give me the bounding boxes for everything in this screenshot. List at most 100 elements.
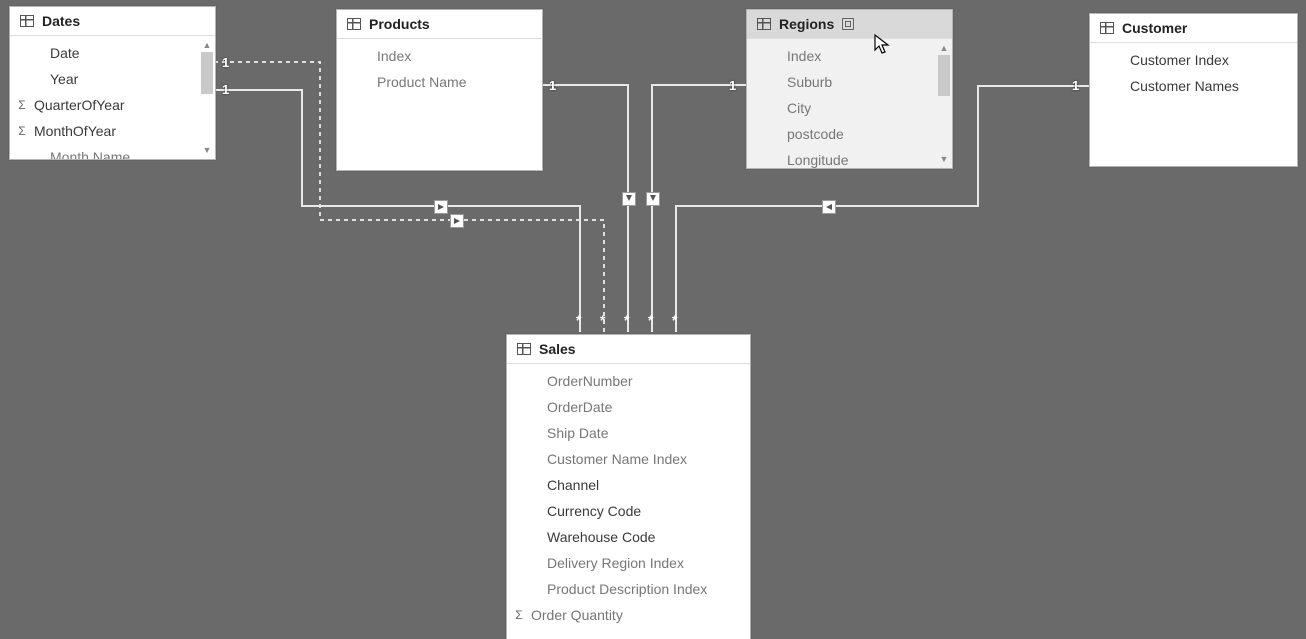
table-icon: [20, 15, 34, 27]
field-list: Index Suburb City postcode Longitude: [747, 39, 952, 168]
field-row[interactable]: ΣQuarterOfYear: [10, 92, 215, 118]
field-row[interactable]: Index: [337, 43, 542, 69]
field-name: Customer Index: [1110, 52, 1229, 68]
scroll-down[interactable]: ▼: [200, 143, 214, 157]
table-title: Dates: [42, 13, 80, 29]
field-name: Month Name: [30, 149, 130, 159]
field-name: Product Name: [357, 74, 466, 90]
field-name: Date: [30, 45, 80, 61]
table-sales[interactable]: Sales OrderNumber OrderDate Ship Date Custo…: [506, 334, 751, 639]
filter-direction-marker[interactable]: [822, 200, 836, 214]
field-row[interactable]: ΣOrder Quantity: [507, 602, 750, 628]
table-title: Regions: [779, 16, 834, 32]
field-row[interactable]: Channel: [507, 472, 750, 498]
scroll-up[interactable]: ▲: [937, 41, 951, 55]
cardinality-many: *: [624, 312, 629, 328]
field-row[interactable]: Index: [747, 43, 952, 69]
field-row[interactable]: Delivery Region Index: [507, 550, 750, 576]
field-name: Warehouse Code: [527, 529, 655, 545]
field-name: Customer Name Index: [527, 451, 687, 467]
field-row[interactable]: Longitude: [747, 147, 952, 168]
sigma-icon: Σ: [14, 98, 30, 112]
field-row[interactable]: Currency Code: [507, 498, 750, 524]
field-row[interactable]: Customer Name Index: [507, 446, 750, 472]
field-name: Index: [767, 48, 821, 64]
field-name: Longitude: [767, 152, 849, 168]
table-title: Sales: [539, 341, 576, 357]
scroll-thumb[interactable]: [201, 52, 213, 94]
field-row[interactable]: Warehouse Code: [507, 524, 750, 550]
scroll-down[interactable]: ▼: [937, 152, 951, 166]
field-row[interactable]: Product Description Index: [507, 576, 750, 602]
field-name: City: [767, 100, 811, 116]
table-icon: [757, 18, 771, 30]
field-name: Product Description Index: [527, 581, 707, 597]
field-row[interactable]: OrderNumber: [507, 368, 750, 394]
table-regions[interactable]: Regions Index Suburb City postcode Longitude…: [746, 9, 953, 169]
cardinality-many: *: [600, 312, 605, 328]
field-row[interactable]: Ship Date: [507, 420, 750, 446]
dimension-role-icon: [842, 18, 854, 30]
field-name: OrderNumber: [527, 373, 633, 389]
field-list: Customer Index Customer Names: [1090, 43, 1297, 105]
field-row[interactable]: Date: [10, 40, 215, 66]
field-name: Currency Code: [527, 503, 641, 519]
cardinality-one: 1: [1072, 78, 1079, 93]
field-name: Order Quantity: [527, 607, 623, 623]
table-dates[interactable]: Dates DateYearΣQuarterOfYearΣMonthOfYear…: [9, 6, 216, 160]
table-header[interactable]: Products: [337, 10, 542, 39]
model-canvas[interactable]: { "tables": { "dates": { "title": "Dates…: [0, 0, 1306, 639]
field-name: Channel: [527, 477, 599, 493]
field-name: OrderDate: [527, 399, 612, 415]
table-header[interactable]: Sales: [507, 335, 750, 364]
field-row[interactable]: ΣMonthOfYear: [10, 118, 215, 144]
field-row[interactable]: Customer Index: [1090, 47, 1297, 73]
field-name: Ship Date: [527, 425, 608, 441]
scroll-thumb[interactable]: [938, 55, 950, 96]
field-name: QuarterOfYear: [30, 97, 125, 113]
table-products[interactable]: Products Index Product Name: [336, 9, 543, 171]
field-name: MonthOfYear: [30, 123, 116, 139]
field-row[interactable]: Suburb: [747, 69, 952, 95]
filter-direction-marker[interactable]: [646, 192, 660, 206]
sigma-icon: Σ: [14, 124, 30, 138]
field-row[interactable]: OrderDate: [507, 394, 750, 420]
table-icon: [1100, 22, 1114, 34]
cardinality-one: 1: [222, 55, 229, 70]
filter-direction-marker[interactable]: [622, 192, 636, 206]
field-name: postcode: [767, 126, 844, 142]
field-row[interactable]: Customer Names: [1090, 73, 1297, 99]
scroll-up[interactable]: ▲: [200, 38, 214, 52]
field-list: DateYearΣQuarterOfYearΣMonthOfYearMonth …: [10, 36, 215, 159]
field-row[interactable]: Month Name: [10, 144, 215, 159]
table-header[interactable]: Dates: [10, 7, 215, 36]
field-list: OrderNumber OrderDate Ship Date Customer Na…: [507, 364, 750, 634]
field-row[interactable]: Year: [10, 66, 215, 92]
filter-direction-marker[interactable]: [434, 200, 448, 214]
sigma-icon: Σ: [511, 608, 527, 622]
field-name: Customer Names: [1110, 78, 1239, 94]
field-name: Index: [357, 48, 411, 64]
field-list: Index Product Name: [337, 39, 542, 101]
scrollbar[interactable]: ▲ ▼: [937, 41, 951, 166]
table-customer[interactable]: Customer Customer Index Customer Names: [1089, 13, 1298, 167]
filter-direction-marker[interactable]: [450, 214, 464, 228]
table-header[interactable]: Customer: [1090, 14, 1297, 43]
cardinality-many: *: [576, 312, 581, 328]
table-icon: [347, 18, 361, 30]
field-name: Year: [30, 71, 78, 87]
field-row[interactable]: postcode: [747, 121, 952, 147]
field-name: Delivery Region Index: [527, 555, 684, 571]
cardinality-many: *: [648, 312, 653, 328]
table-title: Customer: [1122, 20, 1187, 36]
cardinality-one: 1: [549, 78, 556, 93]
scrollbar[interactable]: ▲ ▼: [200, 38, 214, 157]
field-row[interactable]: City: [747, 95, 952, 121]
table-icon: [517, 343, 531, 355]
cardinality-many: *: [672, 312, 677, 328]
field-name: Suburb: [767, 74, 832, 90]
table-header[interactable]: Regions: [747, 10, 952, 39]
table-title: Products: [369, 16, 430, 32]
cardinality-one: 1: [222, 82, 229, 97]
field-row[interactable]: Product Name: [337, 69, 542, 95]
